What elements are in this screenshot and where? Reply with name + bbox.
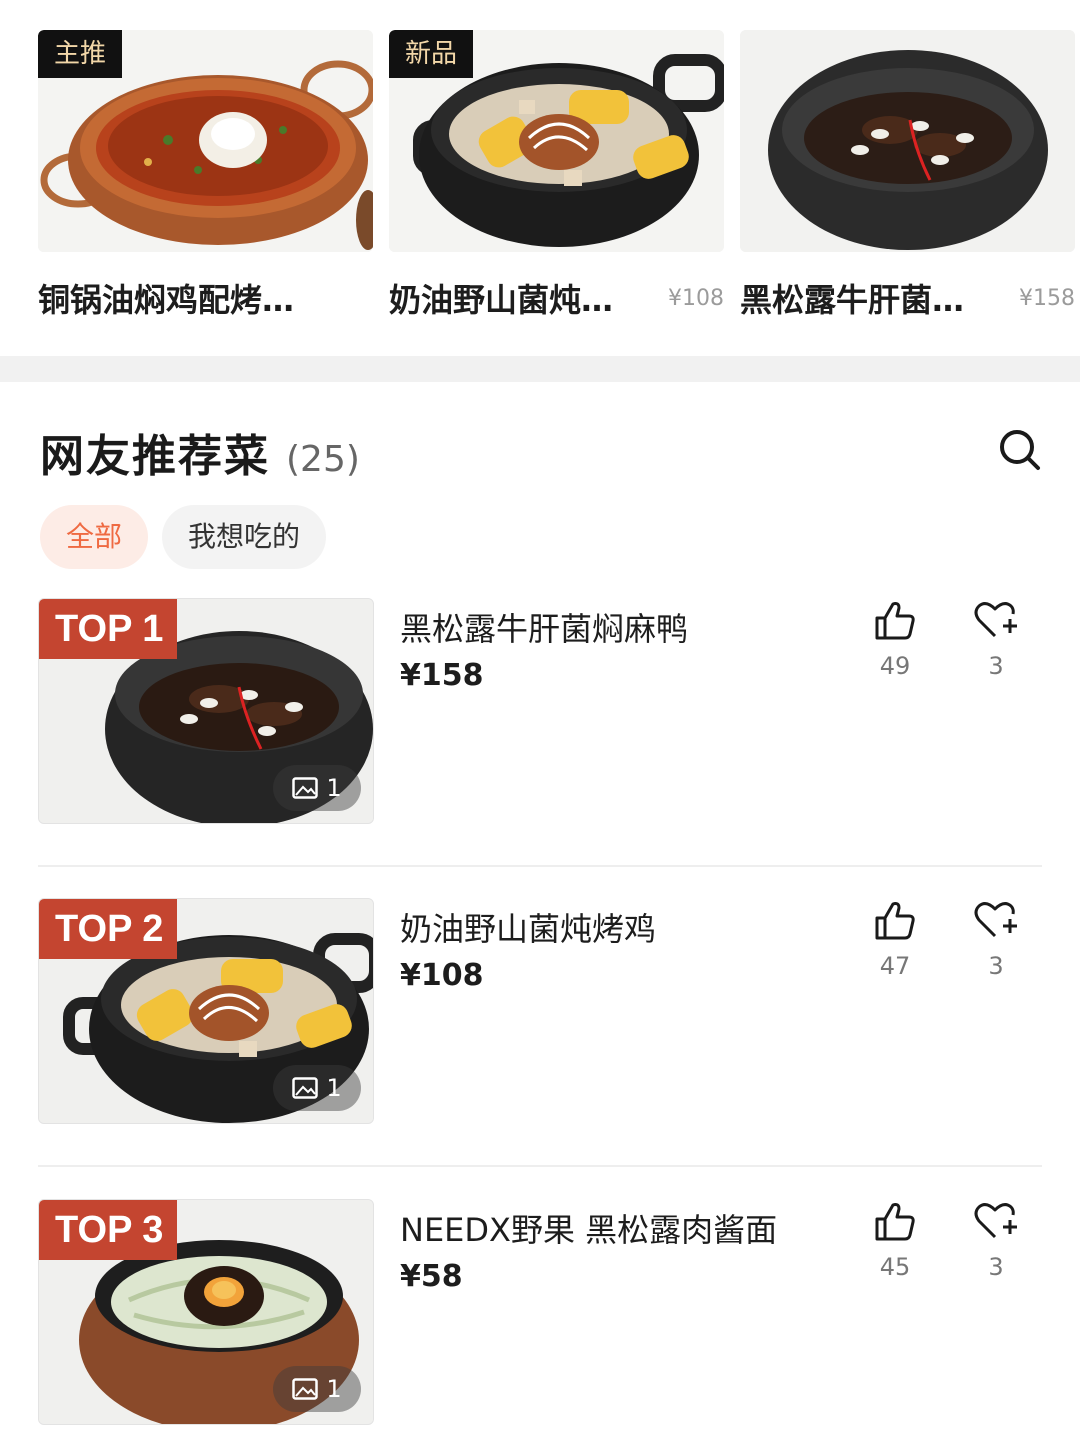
featured-dish-price: ¥158 (1019, 285, 1075, 311)
dish-image: TOP 3 1 (38, 1199, 374, 1425)
dish-price: ¥108 (400, 958, 484, 993)
featured-dish-name: 铜锅油焖鸡配烤… (38, 281, 295, 319)
divider (38, 865, 1042, 867)
thumbs-up-icon (875, 1203, 915, 1241)
search-button[interactable] (996, 426, 1044, 474)
like-button[interactable]: 49 (855, 598, 935, 680)
favorite-count: 3 (988, 952, 1004, 980)
list-item[interactable]: TOP 1 1 黑松露牛肝菌焖麻鸭 ¥158 49 3 (38, 598, 1042, 824)
list-item[interactable]: TOP 3 1 NEEDX野果 黑松露肉酱面 ¥58 45 3 (38, 1199, 1042, 1425)
like-button[interactable]: 45 (855, 1199, 935, 1281)
featured-dish-name: 奶油野山菌炖… (389, 281, 614, 319)
heart-plus-icon (974, 1203, 1017, 1239)
dish-name: 黑松露牛肝菌焖麻鸭 (400, 610, 689, 648)
section-count: (25) (286, 439, 360, 480)
photo-count[interactable]: 1 (273, 765, 361, 811)
favorite-button[interactable]: 3 (956, 1199, 1036, 1281)
dish-image-cast-iron-pot: 新品 (389, 30, 724, 252)
dish-image-stone-bowl (740, 30, 1075, 252)
rank-badge: TOP 2 (39, 899, 178, 959)
dish-name: NEEDX野果 黑松露肉酱面 (400, 1211, 778, 1249)
like-count: 45 (879, 1253, 911, 1281)
like-count: 49 (879, 652, 911, 680)
dish-image: TOP 2 1 (38, 898, 374, 1124)
list-item[interactable]: TOP 2 1 奶油野山菌炖烤鸡 ¥108 47 3 (38, 898, 1042, 1124)
like-button[interactable]: 47 (855, 898, 935, 980)
dish-image: TOP 1 1 (38, 598, 374, 824)
new-tag: 新品 (389, 30, 474, 78)
rank-badge: TOP 1 (39, 599, 178, 659)
promo-tag: 主推 (38, 30, 123, 78)
photo-count[interactable]: 1 (273, 1065, 361, 1111)
dish-name: 奶油野山菌炖烤鸡 (400, 910, 657, 948)
photo-count-value: 1 (326, 1074, 342, 1102)
like-count: 47 (879, 952, 911, 980)
photo-count-value: 1 (326, 774, 342, 802)
featured-carousel: 主推 铜锅油焖鸡配烤… 新品 奶油野山菌炖… ¥108 黑松露牛肝菌… ¥158 (0, 0, 1080, 356)
section-header: 网友推荐菜 (25) (40, 420, 360, 484)
featured-dish-name: 黑松露牛肝菌… (740, 281, 965, 319)
thumbs-up-icon (875, 902, 915, 940)
dish-price: ¥158 (400, 658, 484, 693)
filter-chips: 全部 我想吃的 (40, 505, 327, 569)
heart-plus-icon (974, 602, 1017, 638)
thumbs-up-icon (875, 602, 915, 640)
filter-chip-want-to-eat[interactable]: 我想吃的 (162, 505, 327, 569)
featured-card[interactable]: 黑松露牛肝菌… ¥158 (740, 30, 1075, 319)
featured-card[interactable]: 新品 奶油野山菌炖… ¥108 (389, 30, 724, 319)
heart-plus-icon (974, 902, 1017, 938)
favorite-count: 3 (988, 652, 1004, 680)
photo-count[interactable]: 1 (273, 1366, 361, 1412)
featured-dish-price: ¥108 (668, 285, 724, 311)
dish-price: ¥58 (400, 1259, 463, 1294)
photo-count-value: 1 (326, 1375, 342, 1403)
favorite-button[interactable]: 3 (956, 598, 1036, 680)
image-icon (292, 777, 319, 799)
section-title: 网友推荐菜 (40, 431, 270, 482)
divider (38, 1165, 1042, 1167)
favorite-count: 3 (988, 1253, 1004, 1281)
image-icon (292, 1077, 319, 1099)
favorite-button[interactable]: 3 (956, 898, 1036, 980)
rank-badge: TOP 3 (39, 1200, 178, 1260)
search-icon (1000, 430, 1040, 470)
section-separator (0, 356, 1080, 382)
image-icon (292, 1378, 319, 1400)
dish-image-copper-pot: 主推 (38, 30, 373, 252)
filter-chip-all[interactable]: 全部 (40, 505, 149, 569)
featured-card[interactable]: 主推 铜锅油焖鸡配烤… (38, 30, 373, 319)
